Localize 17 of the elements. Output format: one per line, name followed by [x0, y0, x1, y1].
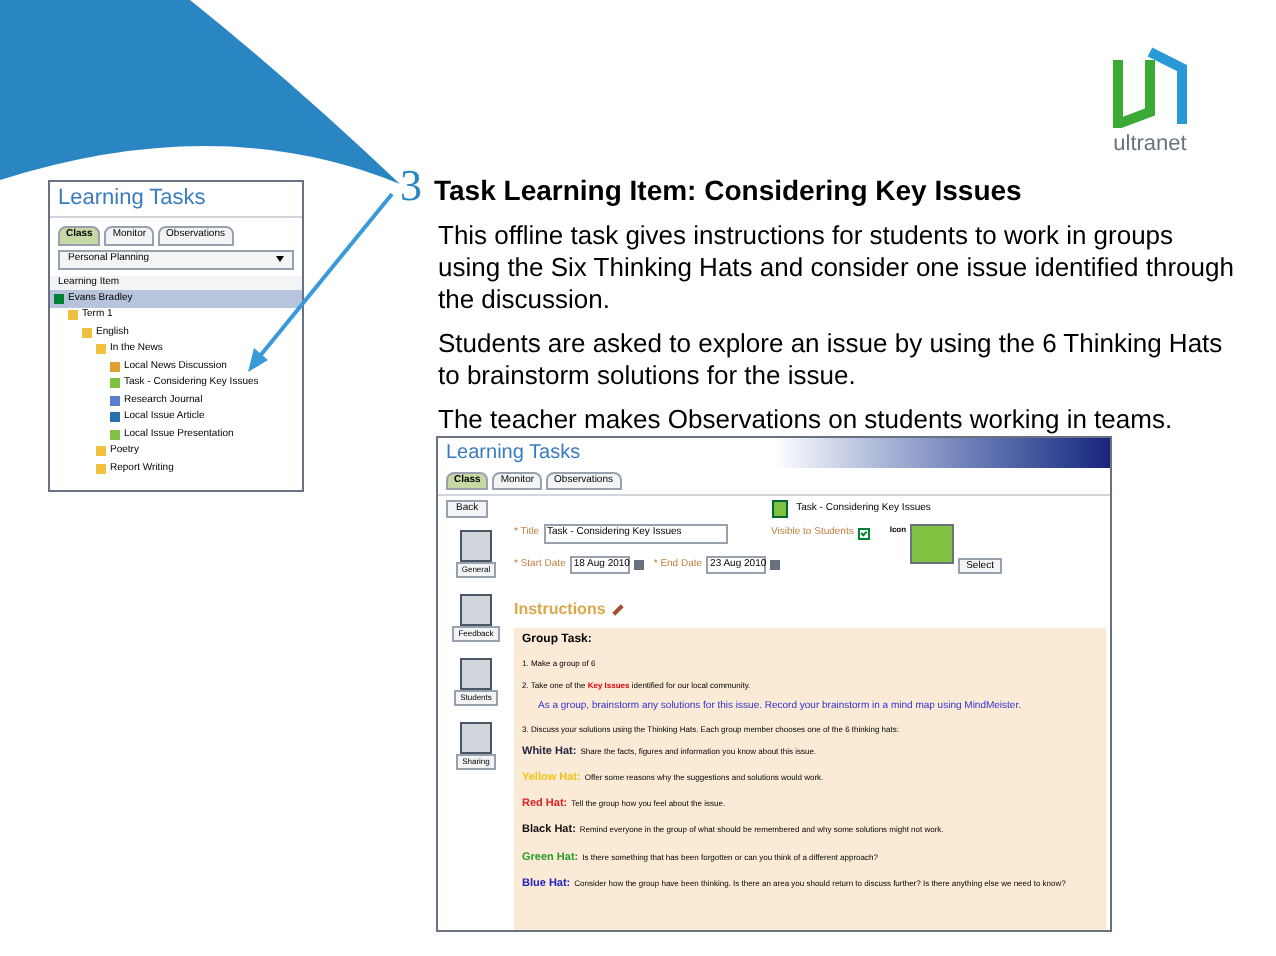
- section-heading: Instructions: [514, 598, 606, 622]
- step-number: 3: [400, 164, 422, 208]
- document-icon: [459, 658, 492, 690]
- panel-title: Learning Tasks: [50, 182, 302, 217]
- pencil-icon[interactable]: [611, 604, 624, 616]
- paragraph: Students are asked to explore an issue by using the 6 Thinking Hats to brainstorm solutions for the issue.: [438, 328, 1225, 392]
- item-icon: [54, 293, 64, 304]
- slide-title: Task Learning Item: Considering Key Issues: [434, 172, 1022, 210]
- paragraph: This offline task gives instructions for students to work in groups using the Six Thinking Hats and consider one issue identified through the discussion.: [438, 220, 1236, 316]
- logo-text: ultranet: [1113, 130, 1187, 160]
- caret-icon: [276, 256, 284, 262]
- document-icon: [459, 722, 492, 754]
- checkbox[interactable]: [857, 527, 870, 540]
- logo-icon: [1110, 44, 1190, 128]
- document-icon: [459, 530, 492, 562]
- paragraph: The teacher makes Observations on students working in teams.: [438, 404, 1175, 436]
- document-icon: [459, 594, 492, 626]
